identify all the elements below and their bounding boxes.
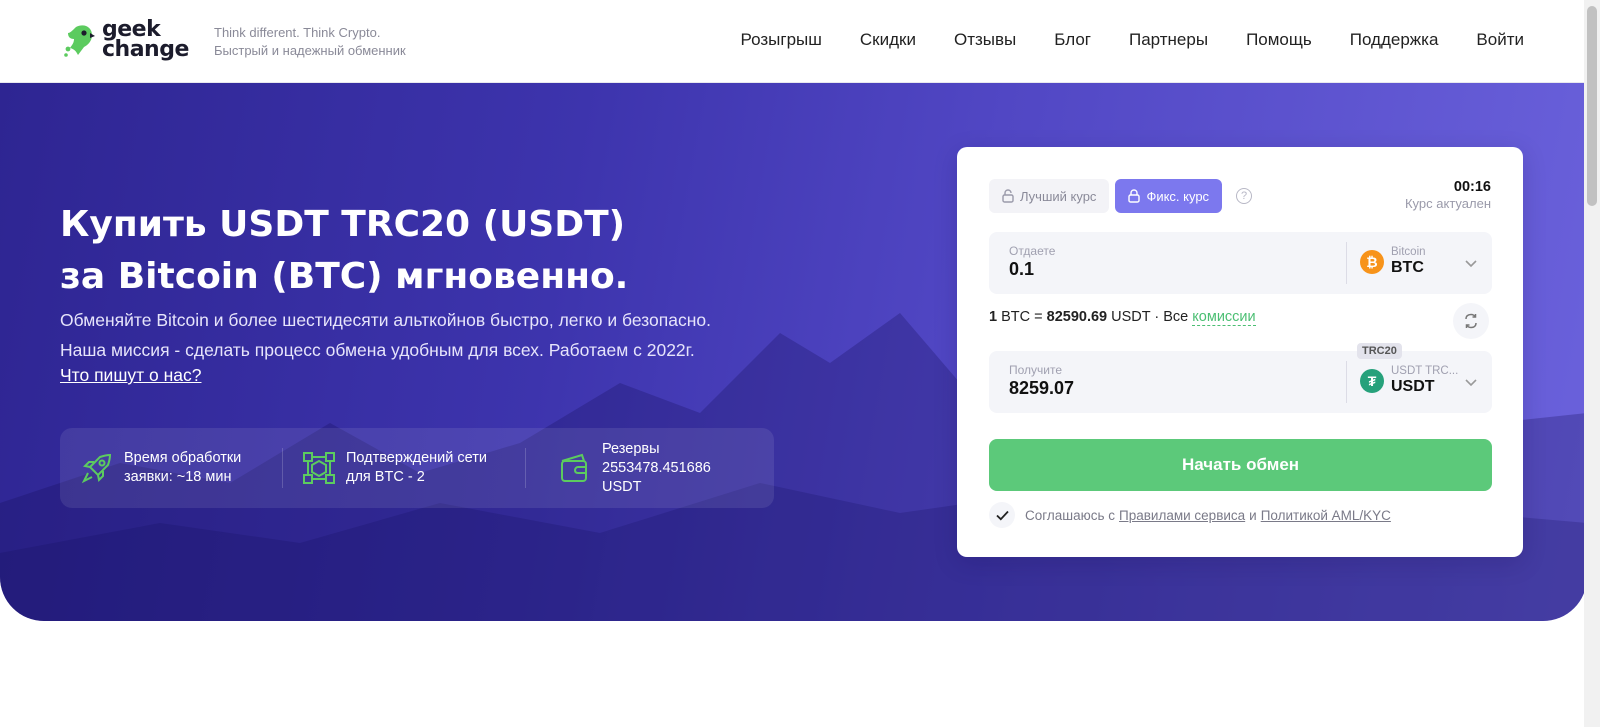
agreement: Соглашаюсь с Правилами сервиса и Политик… <box>989 502 1395 528</box>
give-amount-input[interactable] <box>1009 259 1309 280</box>
network-badge: TRC20 <box>1357 343 1402 359</box>
stat-divider <box>282 448 283 488</box>
field-divider <box>1346 242 1347 284</box>
lock-open-icon <box>1002 189 1014 203</box>
timer-value: 00:16 <box>1453 179 1491 195</box>
blockchain-network-icon <box>303 452 335 484</box>
rocket-icon <box>81 453 112 484</box>
receive-currency-select[interactable]: ₮ USDT TRC... USDT <box>1360 365 1458 396</box>
give-label: Отдаете <box>1009 244 1056 258</box>
lock-icon <box>1128 189 1141 203</box>
scrollbar-thumb[interactable] <box>1587 6 1597 206</box>
site-header: geek change Think different. Think Crypt… <box>0 0 1584 83</box>
hero-title: Купить USDT TRC20 (USDT) за Bitcoin (BTC… <box>60 204 629 297</box>
rate-type-tabs: Лучший курс Фикс. курс ? <box>989 179 1253 213</box>
timer-note: Курс актуален <box>1404 196 1491 211</box>
parrot-logo-icon <box>64 25 95 57</box>
logo[interactable]: geek change <box>64 17 189 62</box>
stat-divider <box>525 448 526 488</box>
agree-checkbox[interactable] <box>989 502 1015 528</box>
stats-panel: Время обработки заявки: ~18 мин Подтверж… <box>60 428 774 508</box>
field-divider <box>1346 361 1347 403</box>
tagline: Think different. Think Crypto. Быстрый и… <box>214 24 406 60</box>
chevron-down-icon[interactable] <box>1464 375 1478 389</box>
receive-label: Получите <box>1009 363 1063 377</box>
checkmark-icon <box>995 510 1009 520</box>
nav-partners[interactable]: Партнеры <box>1129 30 1208 50</box>
hero-subtitle: Обменяйте Bitcoin и более шестидесяти ал… <box>60 310 711 360</box>
help-icon[interactable]: ? <box>1236 188 1253 204</box>
wallet-icon <box>561 453 587 482</box>
tab-best-rate[interactable]: Лучший курс <box>989 179 1110 213</box>
stat-confirmations: Подтверждений сети для BTC - 2 <box>302 428 487 508</box>
exchange-rate: 1 BTC = 82590.69 USDT · Все комиссии <box>989 309 1256 326</box>
receive-field: Получите ₮ USDT TRC... USDT <box>989 351 1492 413</box>
bitcoin-icon: ₿ <box>1360 249 1384 274</box>
main-nav: Розыгрыш Скидки Отзывы Блог Партнеры Пом… <box>703 30 1524 50</box>
swap-button[interactable] <box>1453 303 1489 339</box>
swap-icon <box>1465 313 1477 329</box>
exchange-card: Лучший курс Фикс. курс ? 00:16 Курс акту… <box>957 147 1523 557</box>
nav-support[interactable]: Поддержка <box>1350 30 1439 50</box>
page: geek change Think different. Think Crypt… <box>0 0 1600 727</box>
chevron-down-icon[interactable] <box>1464 256 1478 270</box>
nav-login[interactable]: Войти <box>1476 30 1524 50</box>
nav-raffle[interactable]: Розыгрыш <box>741 30 822 50</box>
receive-amount-input[interactable] <box>1009 378 1309 399</box>
tagline-en: Think different. Think Crypto. <box>214 25 381 40</box>
aml-kyc-link[interactable]: Политикой AML/KYC <box>1261 508 1391 523</box>
reviews-link[interactable]: Что пишут о нас? <box>60 365 201 386</box>
tether-icon: ₮ <box>1360 368 1384 393</box>
rules-link[interactable]: Правилами сервиса <box>1119 508 1245 523</box>
stat-reserves: Резервы 2553478.451686 USDT <box>558 428 711 508</box>
give-currency-select[interactable]: ₿ Bitcoin BTC <box>1360 246 1426 277</box>
nav-discounts[interactable]: Скидки <box>860 30 916 50</box>
scrollbar[interactable] <box>1584 0 1600 727</box>
give-field: Отдаете ₿ Bitcoin BTC <box>989 232 1492 294</box>
nav-reviews[interactable]: Отзывы <box>954 30 1016 50</box>
logo-text: geek change <box>102 17 189 62</box>
tab-fixed-rate[interactable]: Фикс. курс <box>1115 179 1223 213</box>
start-exchange-button[interactable]: Начать обмен <box>989 439 1492 491</box>
nav-help[interactable]: Помощь <box>1246 30 1312 50</box>
tagline-ru: Быстрый и надежный обменник <box>214 43 406 58</box>
stat-processing-time: Время обработки заявки: ~18 мин <box>80 428 241 508</box>
fees-link[interactable]: комиссии <box>1192 309 1256 326</box>
rate-timer: 00:16 Курс актуален <box>1405 179 1491 211</box>
nav-blog[interactable]: Блог <box>1054 30 1091 50</box>
